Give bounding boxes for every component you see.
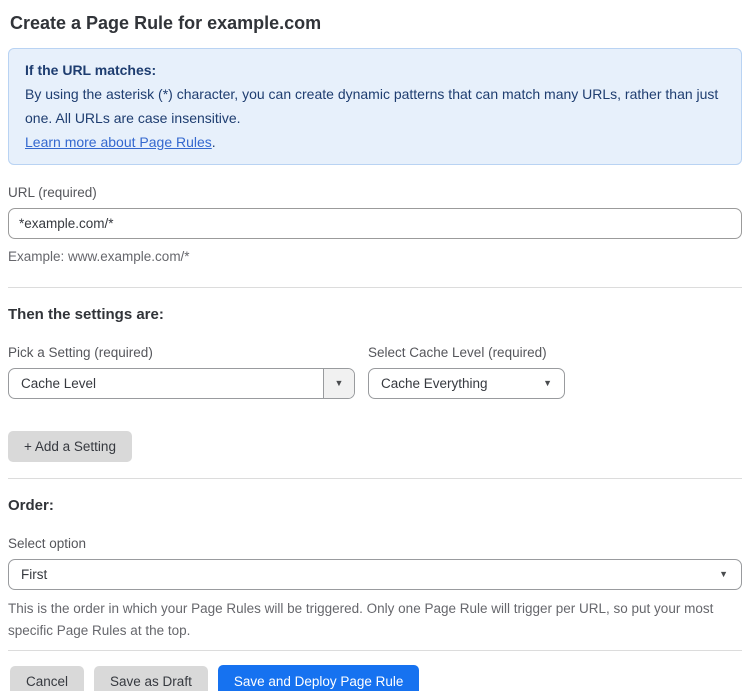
- order-select[interactable]: First ▼: [8, 559, 742, 590]
- url-match-info-box: If the URL matches: By using the asteris…: [8, 48, 742, 165]
- form-actions: Cancel Save as Draft Save and Deploy Pag…: [10, 665, 742, 691]
- divider-after-url: [8, 287, 742, 288]
- pick-setting-label: Pick a Setting (required): [8, 345, 153, 360]
- save-and-deploy-button[interactable]: Save and Deploy Page Rule: [217, 665, 420, 691]
- info-box-heading: If the URL matches:: [25, 62, 157, 78]
- url-example-helper: Example: www.example.com/*: [8, 249, 190, 264]
- cancel-button[interactable]: Cancel: [10, 665, 85, 691]
- link-suffix: .: [211, 134, 216, 150]
- pick-setting-select[interactable]: Cache Level ▼: [8, 368, 355, 399]
- page-rule-form: Create a Page Rule for example.com If th…: [0, 0, 750, 691]
- info-box-link-line: Learn more about Page Rules.: [25, 130, 725, 154]
- url-input[interactable]: [8, 208, 742, 239]
- add-setting-button[interactable]: + Add a Setting: [8, 431, 132, 462]
- chevron-down-icon: ▼: [543, 378, 552, 388]
- cache-level-select[interactable]: Cache Everything ▼: [368, 368, 565, 399]
- order-helper-text: This is the order in which your Page Rul…: [8, 601, 714, 638]
- order-heading: Order:: [8, 497, 54, 514]
- pick-setting-column: Pick a Setting (required) Cache Level ▼: [8, 327, 355, 399]
- order-select-label: Select option: [8, 536, 87, 551]
- divider-after-settings: [8, 478, 742, 479]
- pick-setting-value: Cache Level: [21, 376, 97, 391]
- page-title: Create a Page Rule for example.com: [10, 13, 322, 33]
- info-box-body: By using the asterisk (*) character, you…: [25, 86, 719, 126]
- settings-selects-row: Pick a Setting (required) Cache Level ▼ …: [8, 327, 742, 399]
- chevron-down-icon: ▼: [334, 378, 344, 388]
- settings-heading: Then the settings are:: [8, 306, 164, 323]
- cache-level-column: Select Cache Level (required) Cache Ever…: [368, 327, 565, 399]
- learn-more-link[interactable]: Learn more about Page Rules: [25, 134, 212, 150]
- pick-setting-arrow-box: ▼: [323, 369, 354, 398]
- divider-before-actions: [8, 650, 742, 651]
- cache-level-label: Select Cache Level (required): [368, 345, 547, 360]
- url-field-label: URL (required): [8, 185, 97, 200]
- save-as-draft-button[interactable]: Save as Draft: [94, 665, 208, 691]
- cache-level-value: Cache Everything: [381, 376, 488, 391]
- chevron-down-icon: ▼: [719, 569, 728, 579]
- order-select-value: First: [21, 567, 48, 582]
